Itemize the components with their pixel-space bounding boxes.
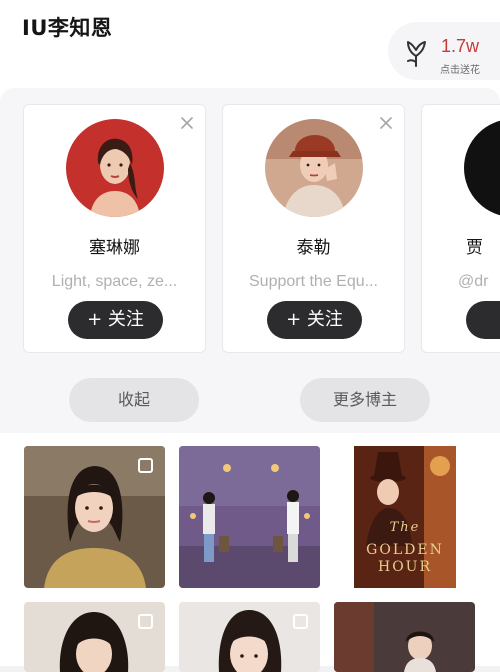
creator-card-partial[interactable]: 贾 @dr + [421, 104, 500, 353]
header: IU李知恩 1.7w 点击送花 [0, 0, 500, 100]
creator-description: @dr [458, 273, 489, 290]
avatar[interactable] [265, 119, 363, 217]
select-checkbox-icon[interactable] [138, 614, 153, 629]
grid-photo[interactable] [179, 446, 320, 588]
follow-button[interactable]: + 关注 [68, 301, 163, 339]
poster-word-2: HOUR [377, 559, 433, 575]
collapse-button[interactable]: 收起 [69, 378, 199, 422]
creator-card-taylor[interactable]: 泰勒 Support the Equ... + 关注 [222, 104, 405, 353]
grid-photo[interactable] [24, 602, 165, 672]
grid-photo[interactable] [24, 446, 165, 588]
recommended-creators: 塞琳娜 Light, space, ze... + 关注 泰勒 Support … [0, 88, 500, 433]
follow-button[interactable]: + 关注 [267, 301, 362, 339]
grid-photo[interactable] [179, 602, 320, 672]
flower-icon [407, 41, 426, 67]
avatar[interactable] [66, 119, 164, 217]
flower-label: 点击送花 [440, 65, 480, 76]
creator-description: Light, space, ze... [51, 273, 178, 290]
creator-description: Support the Equ... [249, 273, 378, 290]
more-creators-button[interactable]: 更多博主 [300, 378, 430, 422]
creator-name: 泰勒 [296, 238, 331, 258]
close-icon[interactable] [378, 115, 394, 131]
creator-card-selena[interactable]: 塞琳娜 Light, space, ze... + 关注 [23, 104, 206, 353]
poster-script: The [389, 520, 421, 535]
page-title: IU李知恩 [22, 16, 113, 40]
photo-grid: The GOLDEN HOUR [0, 433, 500, 672]
creator-name: 贾 [466, 238, 483, 258]
select-checkbox-icon[interactable] [293, 614, 308, 629]
select-checkbox-icon[interactable] [138, 458, 153, 473]
grid-photo[interactable] [334, 602, 475, 672]
avatar[interactable] [464, 119, 500, 217]
grid-photo[interactable]: The GOLDEN HOUR [334, 446, 475, 588]
close-icon[interactable] [179, 115, 195, 131]
flower-count: 1.7w [441, 36, 480, 56]
send-flower-button[interactable]: 1.7w 点击送花 [388, 22, 500, 80]
follow-button[interactable]: + [466, 301, 500, 339]
poster-word-1: GOLDEN [366, 542, 444, 558]
creator-name: 塞琳娜 [89, 238, 140, 258]
